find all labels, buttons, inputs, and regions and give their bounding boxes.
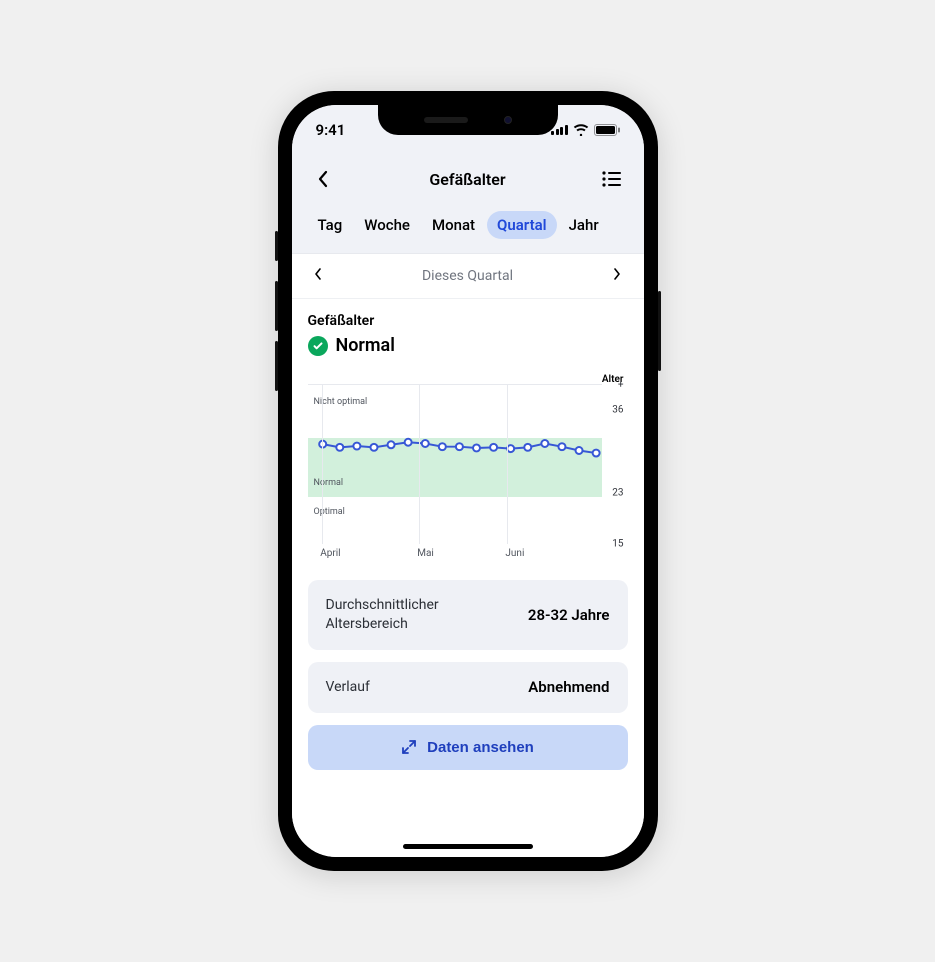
page-title: Gefäßalter bbox=[429, 170, 505, 189]
summary-cards: Durchschnittlicher Altersbereich 28-32 J… bbox=[292, 564, 644, 770]
battery-icon bbox=[594, 124, 620, 136]
status-check-icon bbox=[308, 336, 328, 356]
wifi-icon bbox=[573, 124, 589, 136]
chart-line bbox=[308, 385, 602, 544]
period-navigator: Dieses Quartal bbox=[292, 254, 644, 299]
time-range-tabs: TagWocheMonatQuartalJahr bbox=[308, 199, 628, 253]
chart: Alter Nicht optimal Normal Optimal +3623… bbox=[308, 374, 628, 564]
phone-mute-switch bbox=[275, 231, 278, 261]
app-header: Gefäßalter TagWocheMonatQuartalJahr bbox=[292, 149, 644, 253]
period-label: Dieses Quartal bbox=[422, 268, 513, 284]
phone-volume-down bbox=[275, 341, 278, 391]
tab-tag[interactable]: Tag bbox=[308, 211, 353, 239]
y-tick: + bbox=[618, 380, 624, 391]
y-tick: 36 bbox=[612, 405, 623, 416]
gridline bbox=[419, 385, 420, 544]
card-trend-value: Abnehmend bbox=[528, 678, 609, 696]
phone-power-button bbox=[658, 291, 661, 371]
y-tick: 23 bbox=[612, 488, 623, 499]
gridline bbox=[507, 385, 508, 544]
metric-section: Gefäßalter Normal Alter Nicht optimal No… bbox=[292, 299, 644, 564]
card-average-label: Durchschnittlicher Altersbereich bbox=[326, 596, 516, 634]
card-average-value: 28-32 Jahre bbox=[528, 606, 610, 624]
phone-notch bbox=[378, 105, 558, 135]
gridline bbox=[322, 385, 323, 544]
tab-quartal[interactable]: Quartal bbox=[487, 211, 557, 239]
expand-icon bbox=[401, 739, 417, 755]
phone-screen: 9:41 bbox=[292, 105, 644, 857]
content-area: Dieses Quartal Gefäßalter Normal Alte bbox=[292, 253, 644, 857]
tab-jahr[interactable]: Jahr bbox=[559, 211, 609, 239]
x-tick: Juni bbox=[505, 548, 524, 559]
card-trend: Verlauf Abnehmend bbox=[308, 662, 628, 713]
tab-monat[interactable]: Monat bbox=[422, 211, 485, 239]
view-data-button[interactable]: Daten ansehen bbox=[308, 725, 628, 770]
status-value: Normal bbox=[336, 335, 395, 356]
status-time: 9:41 bbox=[316, 121, 346, 139]
y-tick: 15 bbox=[612, 539, 623, 550]
x-tick: April bbox=[320, 548, 340, 559]
tab-woche[interactable]: Woche bbox=[354, 211, 420, 239]
phone-volume-up bbox=[275, 281, 278, 331]
period-prev-button[interactable] bbox=[308, 268, 328, 284]
phone-frame: 9:41 bbox=[278, 91, 658, 871]
card-trend-label: Verlauf bbox=[326, 678, 370, 697]
card-average-range: Durchschnittlicher Altersbereich 28-32 J… bbox=[308, 580, 628, 650]
back-button[interactable] bbox=[308, 164, 338, 194]
period-next-button[interactable] bbox=[607, 268, 627, 284]
metric-title: Gefäßalter bbox=[308, 313, 628, 329]
list-button[interactable] bbox=[597, 164, 627, 194]
x-axis-labels: April Mai Juni bbox=[308, 548, 602, 564]
view-data-label: Daten ansehen bbox=[427, 739, 534, 756]
home-indicator[interactable] bbox=[403, 844, 533, 849]
x-tick: Mai bbox=[417, 548, 434, 559]
